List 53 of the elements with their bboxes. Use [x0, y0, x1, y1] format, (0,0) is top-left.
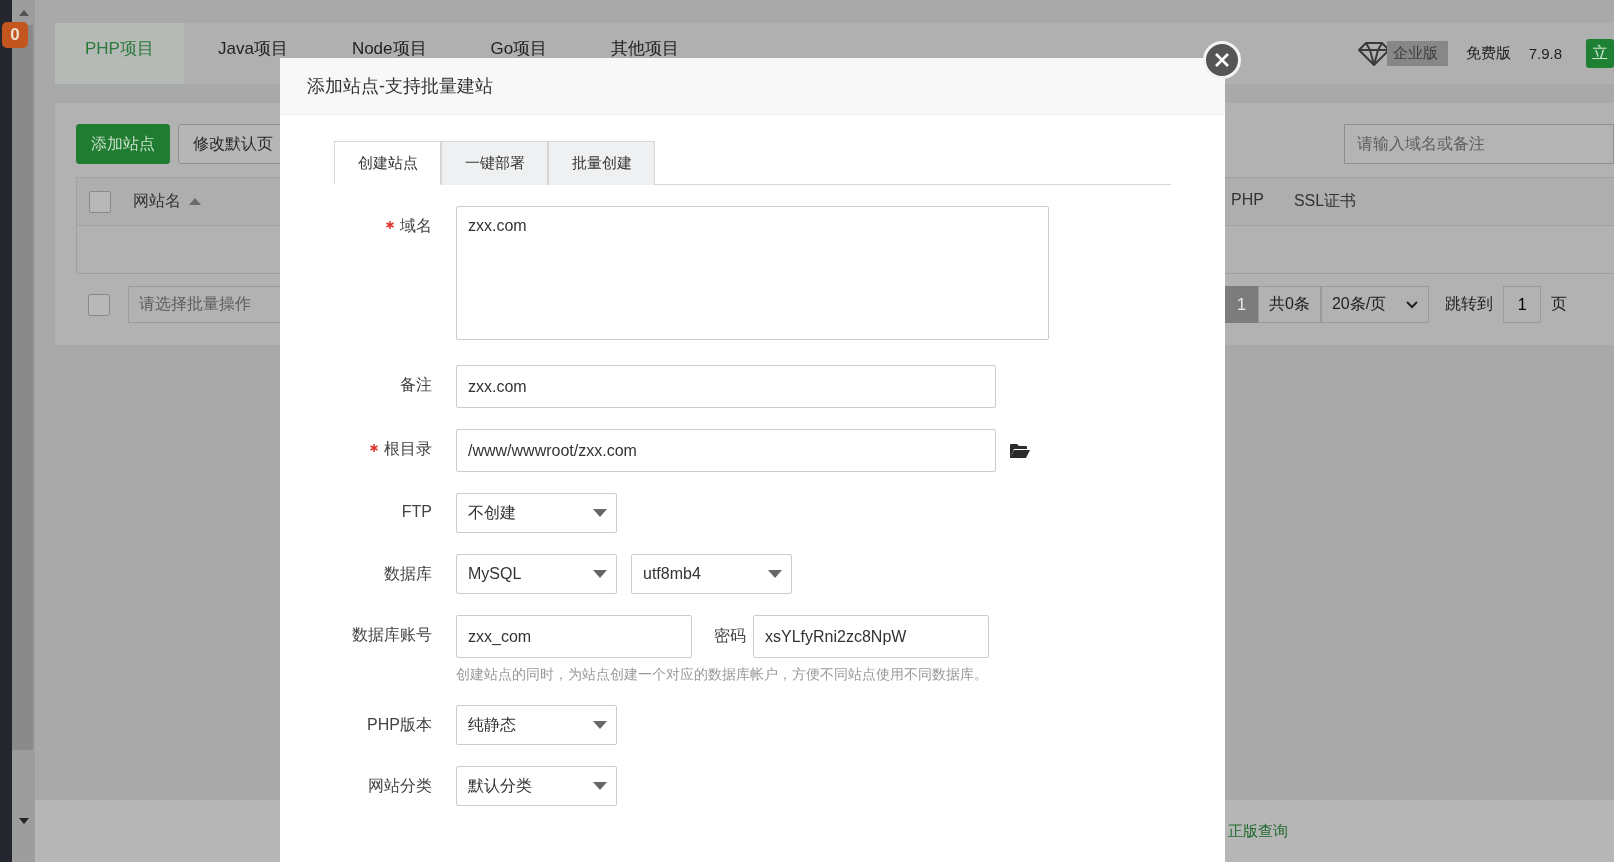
field-label: 数据库账号	[352, 625, 432, 645]
select-field[interactable]: MySQL	[456, 554, 617, 594]
plan-label: 免费版	[1465, 44, 1511, 63]
dialog-tab[interactable]: 一键部署	[441, 141, 548, 185]
project-tab[interactable]: 其他项目	[581, 23, 710, 84]
version-label: 7.9.8	[1528, 45, 1562, 62]
total-count: 共0条	[1258, 286, 1321, 323]
field-label: PHP版本	[367, 715, 432, 735]
close-icon	[1215, 53, 1229, 67]
caret-icon	[593, 570, 607, 578]
select-field[interactable]: 纯静态	[456, 705, 617, 745]
select-field[interactable]: utf8mb4	[631, 554, 792, 594]
dialog-title: 添加站点-支持批量建站	[307, 75, 493, 98]
caret-icon	[593, 782, 607, 790]
page-unit: 页	[1551, 294, 1568, 314]
scroll-up-icon[interactable]	[19, 10, 29, 16]
scrollbar-thumb[interactable]	[12, 25, 33, 750]
field-label: 域名	[400, 216, 432, 236]
path-field[interactable]: /www/wwwroot/zxx.com	[456, 429, 996, 472]
chevron-down-icon	[1406, 300, 1419, 309]
select-field[interactable]: 不创建	[456, 493, 617, 533]
column-header[interactable]: SSL证书	[1293, 191, 1357, 212]
column-header[interactable]: 网站名	[133, 191, 181, 212]
upgrade-button[interactable]: 立	[1586, 39, 1614, 68]
caret-icon	[593, 509, 607, 517]
caret-icon	[593, 721, 607, 729]
input-field[interactable]: zxx.com	[456, 365, 996, 408]
search-field[interactable]: 请输入域名或备注	[1344, 124, 1614, 164]
jump-label: 跳转到	[1445, 294, 1494, 314]
sort-icon[interactable]	[189, 198, 201, 205]
select-field[interactable]: 默认分类	[456, 766, 617, 806]
dialog-tab[interactable]: 创建站点	[334, 141, 441, 185]
hint-text: 创建站点的同时，为站点创建一个对应的数据库帐户，方便不同站点使用不同数据库。	[456, 666, 989, 684]
password-field[interactable]: xsYLfyRni2zc8NpW	[753, 615, 989, 658]
caret-icon	[768, 570, 782, 578]
field-label: FTP	[401, 503, 432, 521]
page-size-select[interactable]: 20条/页	[1320, 286, 1430, 323]
field-label: 密码	[714, 626, 746, 646]
notification-badge: 0	[2, 22, 28, 48]
page-input[interactable]: 1	[1503, 286, 1542, 323]
field-label: 备注	[400, 375, 432, 395]
domain-field[interactable]: zxx.com	[456, 206, 1049, 340]
scroll-down-icon[interactable]	[19, 818, 29, 824]
field-label: 网站分类	[368, 776, 432, 796]
input-field[interactable]: zxx_com	[456, 615, 692, 658]
dialog-tab[interactable]: 批量创建	[548, 141, 655, 185]
checkbox[interactable]	[89, 190, 111, 213]
toolbar-button[interactable]: 添加站点	[76, 124, 170, 164]
column-header[interactable]: PHP	[1231, 191, 1264, 212]
checkbox[interactable]	[88, 293, 110, 316]
field-label: 数据库	[384, 564, 432, 584]
folder-icon[interactable]	[1010, 442, 1030, 459]
field-label: 根目录	[384, 439, 432, 459]
